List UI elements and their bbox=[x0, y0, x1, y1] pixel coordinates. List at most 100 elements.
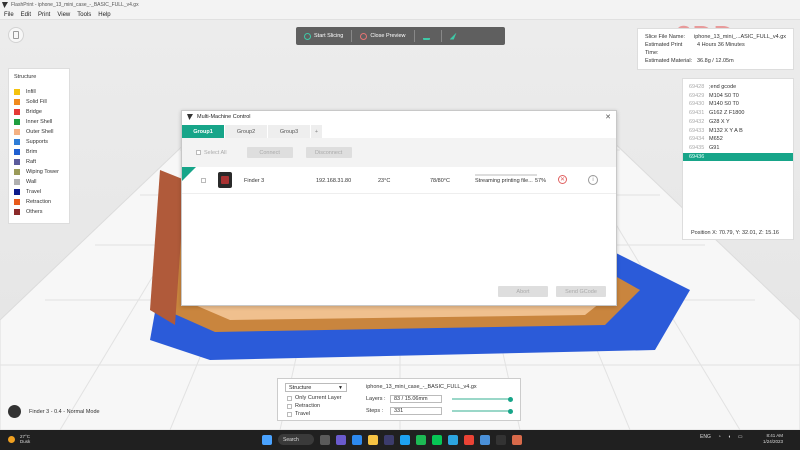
gcode-line-text: G91 bbox=[709, 144, 720, 151]
travel-checkbox[interactable]: Travel bbox=[287, 411, 310, 417]
close-icon[interactable]: ✕ bbox=[605, 113, 611, 121]
structure-select-value: Structure bbox=[289, 385, 312, 391]
gcode-line[interactable]: 69436 bbox=[683, 152, 793, 162]
gcode-line-text: M132 X Y A B bbox=[709, 127, 743, 134]
gcode-line[interactable]: 69433 M132 X Y A B bbox=[683, 127, 793, 136]
window-title: FlashPrint - iphone_13_mini_case_-_BASIC… bbox=[11, 2, 139, 8]
menu-tools[interactable]: Tools bbox=[77, 12, 91, 18]
gcode-line[interactable]: 69430 M140 S0 T0 bbox=[683, 100, 793, 109]
slice-info-panel: Slice File Name: iphone_13_mini_...ASIC_F… bbox=[637, 28, 794, 70]
app-icon[interactable] bbox=[512, 434, 522, 445]
tab-group2[interactable]: Group2 bbox=[225, 125, 268, 138]
gcode-line[interactable]: 69434 M652 bbox=[683, 135, 793, 144]
close-circle-icon bbox=[360, 32, 368, 40]
dialog-footer: Abort Send GCode bbox=[490, 286, 606, 297]
task-view-icon[interactable] bbox=[320, 434, 330, 445]
structure-legend: Structure Infill Solid Fill Bridge Inner Sh… bbox=[8, 68, 70, 224]
windows-start-icon[interactable] bbox=[262, 434, 272, 445]
language-indicator[interactable]: ENG bbox=[700, 434, 711, 440]
legend-item: Outer Shell bbox=[14, 127, 64, 137]
layers-input[interactable]: 83 / 15.06mm bbox=[390, 395, 442, 403]
legend-item: Wall bbox=[14, 177, 64, 187]
gcode-line[interactable]: 69429 M104 S0 T0 bbox=[683, 92, 793, 101]
line-icon[interactable] bbox=[432, 434, 442, 445]
teams-icon[interactable] bbox=[336, 434, 346, 445]
legend-swatch bbox=[14, 169, 20, 175]
abort-button[interactable]: Abort bbox=[498, 286, 548, 297]
printer-checkbox[interactable] bbox=[201, 178, 206, 183]
layers-slider-handle[interactable] bbox=[508, 396, 513, 402]
chrome-icon[interactable] bbox=[464, 434, 474, 445]
download-icon bbox=[422, 33, 430, 40]
select-all-checkbox[interactable]: Select All bbox=[196, 150, 227, 156]
gcode-line-number: 69429 bbox=[689, 92, 705, 99]
edge-icon[interactable] bbox=[352, 434, 362, 445]
menu-edit[interactable]: Edit bbox=[21, 12, 31, 18]
connect-button[interactable]: Connect bbox=[246, 147, 293, 158]
legend-item: Inner Shell bbox=[14, 117, 64, 127]
printer-status-bar[interactable]: Finder 3 - 0.4 - Normal Mode bbox=[8, 405, 100, 418]
tab-group3[interactable]: Group3 bbox=[268, 125, 311, 138]
print-time-label: Estimated Print Time: bbox=[645, 42, 683, 56]
file-explorer-icon[interactable] bbox=[368, 434, 378, 445]
structure-select[interactable]: Structure ▼ bbox=[285, 383, 347, 392]
send-to-printer-button[interactable] bbox=[442, 27, 468, 45]
app-icon[interactable] bbox=[480, 434, 490, 445]
steps-input[interactable]: 331 bbox=[390, 407, 442, 415]
gcode-line[interactable]: 69431 G162 Z F1800 bbox=[683, 109, 793, 118]
gcode-line-number: 69435 bbox=[689, 144, 705, 151]
flashprint-taskbar-icon[interactable] bbox=[496, 434, 506, 445]
retraction-checkbox[interactable]: Retraction bbox=[287, 403, 320, 409]
checkbox-icon bbox=[287, 403, 292, 409]
document-icon bbox=[13, 31, 19, 39]
volume-icon[interactable]: ◖ bbox=[728, 434, 731, 440]
info-button[interactable]: i bbox=[588, 175, 598, 185]
group-tabs: Group1 Group2 Group3 + bbox=[182, 125, 616, 138]
telegram-icon[interactable] bbox=[448, 434, 458, 445]
legend-item: Infill bbox=[14, 87, 64, 97]
legend-label: Wall bbox=[26, 179, 37, 185]
multi-machine-dialog: Multi-Machine Control ✕ Group1 Group2 Gr… bbox=[181, 110, 617, 306]
store-icon[interactable] bbox=[384, 434, 394, 445]
spotify-icon[interactable] bbox=[416, 434, 426, 445]
send-gcode-button[interactable]: Send GCode bbox=[556, 286, 606, 297]
only-current-layer-checkbox[interactable]: Only Current Layer bbox=[287, 395, 341, 401]
steps-slider[interactable] bbox=[452, 410, 512, 412]
legend-label: Bridge bbox=[26, 109, 42, 115]
gcode-line-text: G28 X Y bbox=[709, 118, 730, 125]
legend-label: Outer Shell bbox=[26, 129, 54, 135]
export-button[interactable] bbox=[415, 27, 441, 45]
printer-name: Finder 3 bbox=[244, 178, 265, 184]
taskbar-search[interactable]: Search bbox=[278, 434, 314, 445]
chevron-down-icon: ▼ bbox=[338, 385, 343, 391]
printer-row[interactable]: Finder 3 192.168.31.80 23°C 78/80°C Stre… bbox=[182, 167, 616, 194]
gcode-line[interactable]: 69428 ;end gcode bbox=[683, 83, 793, 92]
wifi-icon[interactable]: ◔ bbox=[718, 434, 721, 440]
disconnect-button[interactable]: Disconnect bbox=[305, 147, 352, 158]
steps-slider-handle[interactable] bbox=[508, 408, 513, 414]
gcode-line[interactable]: 69435 G91 bbox=[683, 144, 793, 153]
start-slicing-button[interactable]: Start Slicing bbox=[296, 27, 351, 45]
menu-file[interactable]: File bbox=[4, 12, 14, 18]
legend-item: Brim bbox=[14, 147, 64, 157]
system-clock[interactable]: 8:41 AM 1/24/2023 bbox=[763, 433, 783, 445]
gcode-line[interactable]: 69432 G28 X Y bbox=[683, 118, 793, 127]
weather-widget[interactable]: 27°C Dusk bbox=[8, 434, 30, 444]
document-button[interactable] bbox=[8, 27, 24, 43]
legend-swatch bbox=[14, 119, 20, 125]
menu-help[interactable]: Help bbox=[98, 12, 110, 18]
app-icon[interactable] bbox=[400, 434, 410, 445]
cancel-print-button[interactable]: ✕ bbox=[558, 175, 567, 184]
gcode-panel[interactable]: 69428 ;end gcode 69429 M104 S0 T0 69430 M140 … bbox=[682, 78, 794, 240]
battery-icon[interactable]: ▭ bbox=[738, 434, 743, 440]
menu-print[interactable]: Print bbox=[38, 12, 50, 18]
checkbox-icon bbox=[287, 411, 292, 417]
menu-view[interactable]: View bbox=[57, 12, 70, 18]
windows-taskbar: 27°C Dusk Search ENG ◔ ◖ ▭ 8:41 AM 1/24/… bbox=[0, 430, 800, 450]
close-preview-button[interactable]: Close Preview bbox=[352, 27, 413, 45]
material-label: Estimated Material: bbox=[645, 58, 693, 64]
tab-group1[interactable]: Group1 bbox=[182, 125, 225, 138]
layers-slider[interactable] bbox=[452, 398, 512, 400]
add-group-button[interactable]: + bbox=[311, 125, 323, 138]
play-circle-icon bbox=[304, 32, 311, 40]
